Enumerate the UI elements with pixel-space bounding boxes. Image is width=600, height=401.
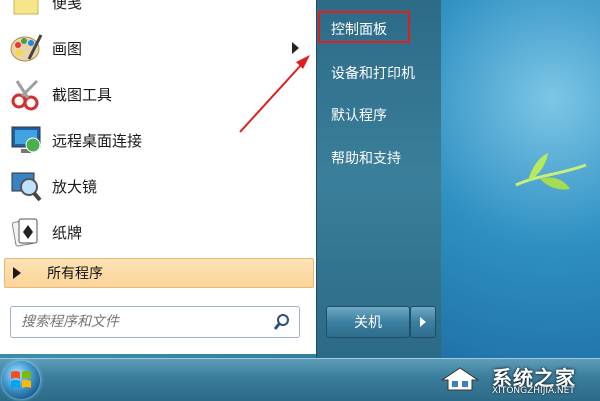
default-programs-link[interactable]: 默认程序 — [331, 105, 387, 125]
start-button[interactable] — [2, 361, 40, 399]
magnifier-icon — [8, 168, 44, 204]
program-label: 纸牌 — [52, 223, 83, 242]
bamboo-leaf-icon — [515, 153, 587, 190]
program-snipping-tool[interactable]: 截图工具 — [0, 72, 300, 116]
places-pane: 控制面板 设备和打印机 默认程序 帮助和支持 — [316, 0, 441, 358]
highlight-annotation — [318, 11, 410, 43]
program-solitaire[interactable]: 纸牌 — [0, 210, 300, 254]
all-programs-button[interactable]: 所有程序 — [4, 258, 314, 288]
desktop-background — [440, 0, 600, 400]
all-programs-label: 所有程序 — [47, 266, 103, 282]
program-label: 截图工具 — [52, 85, 113, 104]
expand-arrow-icon — [13, 267, 21, 279]
submenu-arrow-icon — [292, 42, 299, 54]
start-menu: 便笺 画图 截图工具 远程桌面连接 放大镜 纸牌 所有程序 搜索程序和文件 控制… — [0, 0, 441, 358]
program-paint[interactable]: 画图 — [0, 26, 300, 70]
watermark-subtitle: XITONGZHIJIA.NET — [492, 386, 575, 396]
playing-card-icon — [8, 214, 44, 250]
paint-palette-icon — [8, 30, 44, 66]
search-input[interactable] — [19, 308, 263, 336]
program-label: 便笺 — [52, 0, 83, 12]
help-support-link[interactable]: 帮助和支持 — [331, 148, 401, 168]
search-icon[interactable] — [273, 313, 291, 331]
watermark: 系统之家 XITONGZHIJIA.NET — [430, 360, 600, 400]
shutdown-options-button[interactable] — [410, 306, 436, 338]
devices-printers-link[interactable]: 设备和打印机 — [331, 63, 415, 83]
search-box[interactable] — [10, 306, 300, 338]
program-label: 画图 — [52, 39, 83, 58]
program-magnifier[interactable]: 放大镜 — [0, 164, 300, 208]
remote-desktop-icon — [8, 122, 44, 158]
windows-logo-icon — [11, 371, 31, 388]
scissors-icon — [8, 76, 44, 112]
program-label: 远程桌面连接 — [52, 131, 143, 150]
programs-pane: 便笺 画图 截图工具 远程桌面连接 放大镜 纸牌 所有程序 搜索程序和文件 — [0, 0, 317, 354]
sticky-note-icon — [8, 0, 44, 20]
program-sticky-notes[interactable]: 便笺 — [0, 0, 300, 24]
house-logo-icon — [440, 367, 480, 391]
chevron-right-icon — [420, 317, 426, 327]
program-remote-desktop[interactable]: 远程桌面连接 — [0, 118, 300, 162]
shutdown-button[interactable]: 关机 — [326, 306, 410, 338]
program-label: 放大镜 — [52, 177, 98, 196]
